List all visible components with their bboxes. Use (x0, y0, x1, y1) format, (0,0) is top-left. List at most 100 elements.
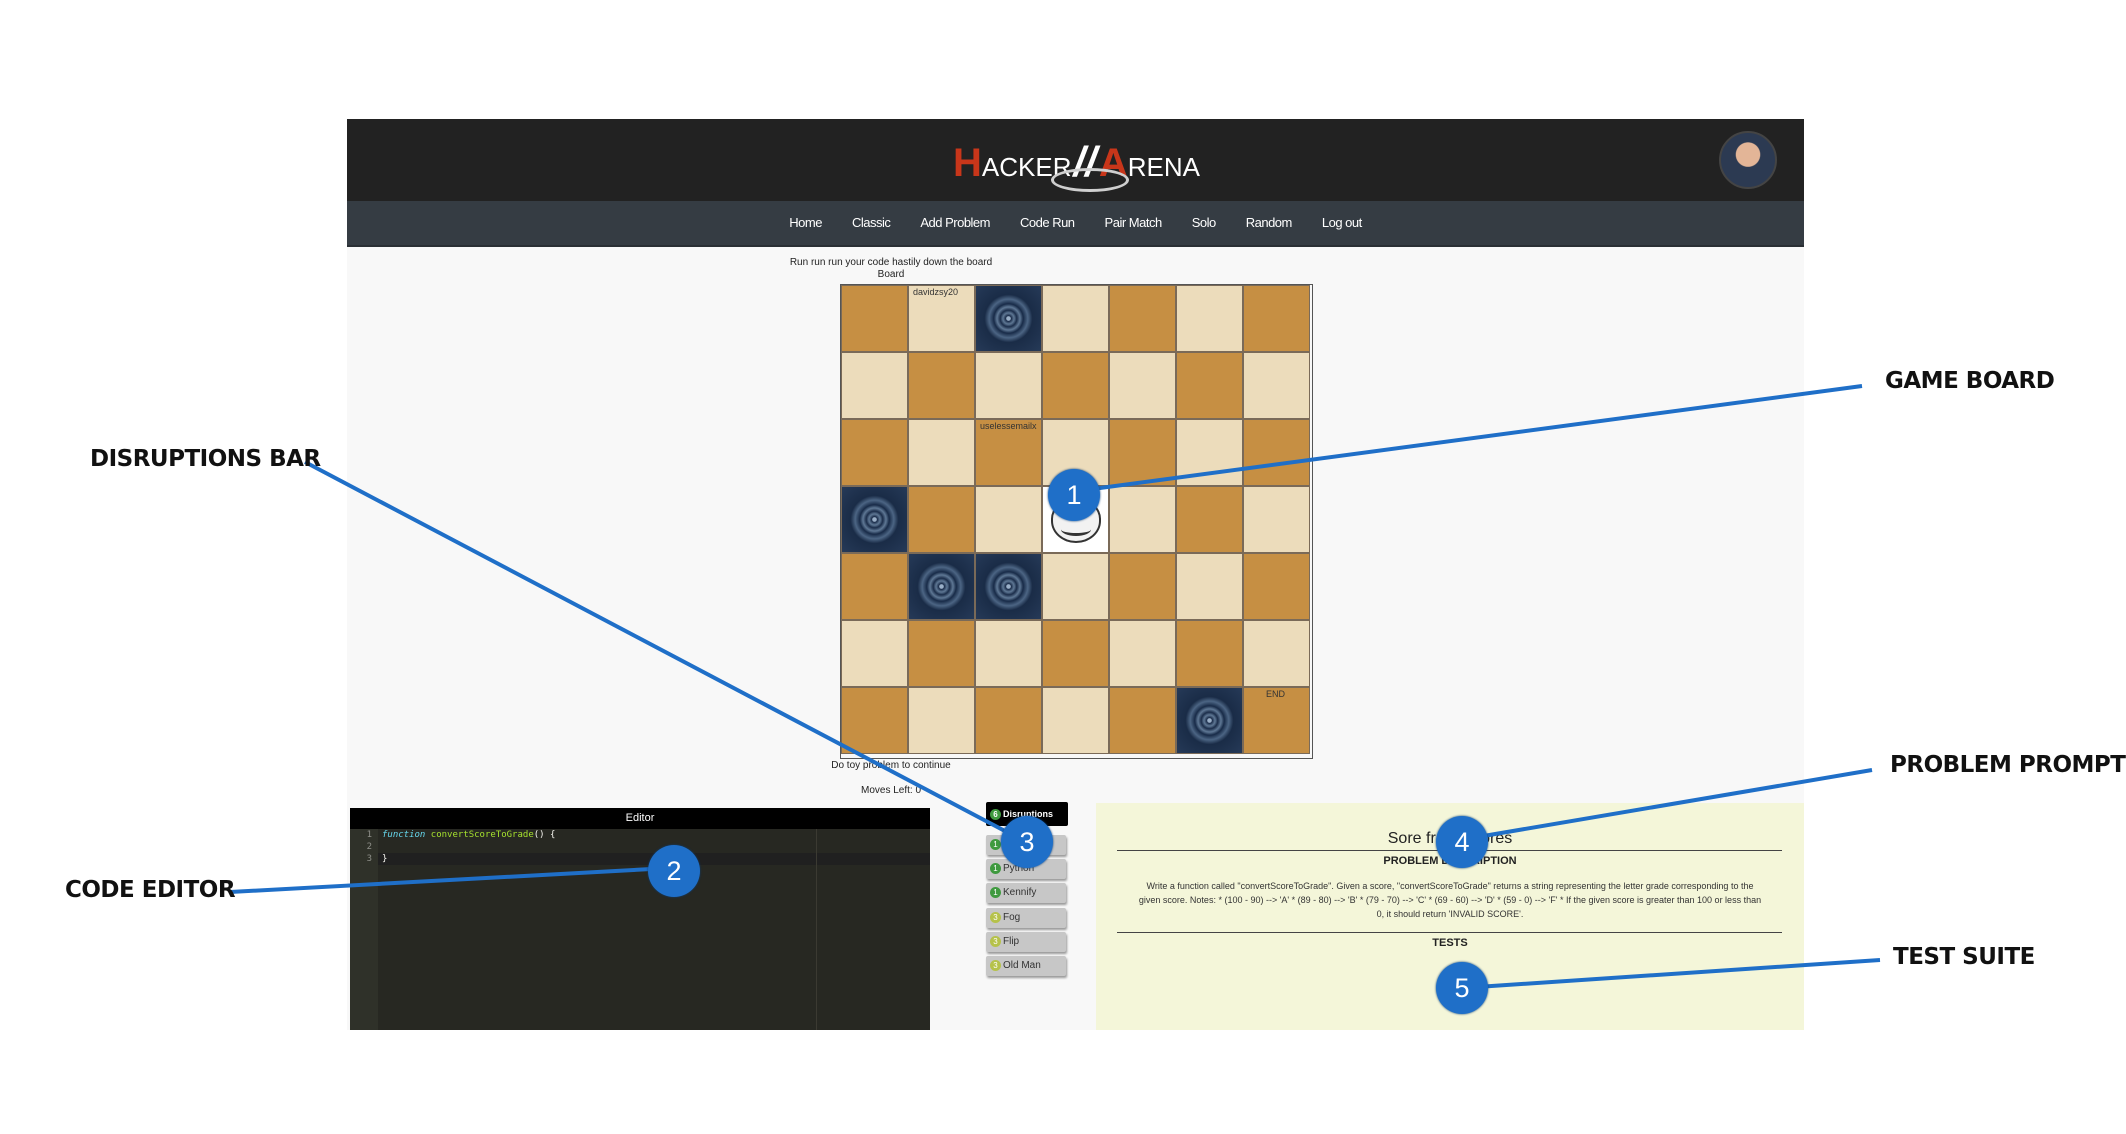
player-name-label: uselessemailx (980, 421, 1037, 431)
line-number: 2 (366, 842, 372, 852)
nav-code-run[interactable]: Code Run (1020, 201, 1075, 245)
logo-ring (1051, 168, 1129, 192)
disruption-count: 3 (990, 935, 1001, 947)
board-cell (1243, 285, 1310, 352)
disruption-label: Kennify (1003, 887, 1037, 898)
label-problem-prompt: PROBLEM PROMPT (1890, 752, 2126, 778)
label-code-editor: CODE EDITOR (65, 877, 236, 903)
end-label: END (1266, 689, 1286, 699)
board-cell (1109, 285, 1176, 352)
portal-cell (1176, 687, 1243, 754)
board-cell (1243, 352, 1310, 419)
board-cell (1243, 553, 1310, 620)
disruption-count: 3 (990, 959, 1001, 971)
disruption-count: 1 (990, 838, 1001, 850)
board-cell (1109, 419, 1176, 486)
nav-solo[interactable]: Solo (1192, 201, 1217, 245)
board-cell: END (1243, 687, 1310, 754)
top-bar: HACKER//ARENA (347, 119, 1804, 201)
board-tagline: Run run run your code hastily down the b… (789, 257, 993, 268)
nav-classic[interactable]: Classic (852, 201, 891, 245)
board-cell: uselessemailx (975, 419, 1042, 486)
disruption-fog-button[interactable]: 3 Fog (986, 908, 1066, 928)
portal-cell (975, 285, 1042, 352)
board-cell (841, 419, 908, 486)
board-cell (908, 352, 975, 419)
board-cell (1109, 486, 1176, 553)
board-cell (1042, 285, 1109, 352)
board-cell (841, 620, 908, 687)
nav-home[interactable]: Home (789, 201, 822, 245)
board-cell (975, 352, 1042, 419)
board-title: Board (877, 269, 905, 280)
game-board[interactable]: davidzsy20 uselessemailx END (840, 284, 1313, 759)
marker-3: 3 (1001, 816, 1053, 868)
nav-log-out[interactable]: Log out (1322, 201, 1362, 245)
disruptions-count-badge: 6 (990, 809, 1001, 821)
marker-1: 1 (1048, 469, 1100, 521)
disruption-label: Flip (1003, 936, 1020, 947)
board-instruction: Do toy problem to continue (831, 760, 951, 771)
board-cell (1243, 419, 1310, 486)
disruption-count: 1 (990, 862, 1001, 874)
marker-4: 4 (1436, 816, 1488, 868)
nav-add-problem[interactable]: Add Problem (920, 201, 990, 245)
line-number: 1 (366, 830, 372, 840)
board-cell (908, 486, 975, 553)
code-text[interactable]: function convertScoreToGrade() { } (382, 829, 555, 865)
board-cell (841, 553, 908, 620)
divider (1117, 932, 1782, 933)
disruption-label: Fog (1003, 912, 1021, 923)
board-cell (975, 620, 1042, 687)
board-cell (1176, 620, 1243, 687)
code-editor[interactable]: Editor 1 2 3 function convertScoreToGrad… (350, 808, 930, 1030)
board-cell (1176, 419, 1243, 486)
board-cell (1109, 553, 1176, 620)
board-cell (1109, 620, 1176, 687)
board-cell (1176, 486, 1243, 553)
main-nav: Home Classic Add Problem Code Run Pair M… (347, 201, 1804, 247)
board-cell (1109, 687, 1176, 754)
board-caption: Run run run your code hastily down the b… (347, 257, 1435, 281)
disruption-count: 1 (990, 886, 1001, 898)
board-cell (1176, 285, 1243, 352)
board-cell (1243, 486, 1310, 553)
player-name-label: davidzsy20 (913, 287, 959, 297)
user-avatar[interactable] (1719, 131, 1777, 189)
disruption-old-man-button[interactable]: 3 Old Man (986, 956, 1066, 976)
hacker-arena-logo[interactable]: HACKER//ARENA (953, 126, 1200, 192)
board-cell (975, 486, 1042, 553)
disruption-count: 3 (990, 911, 1001, 923)
nav-random[interactable]: Random (1246, 201, 1293, 245)
board-cell (1243, 620, 1310, 687)
board-cell (908, 620, 975, 687)
marker-5: 5 (1436, 962, 1488, 1014)
editor-title: Editor (350, 808, 930, 829)
disruption-label: Old Man (1003, 960, 1041, 971)
tests-heading: TESTS (1432, 937, 1468, 949)
portal-cell (841, 486, 908, 553)
problem-description: Write a function called "convertScoreToG… (1138, 881, 1762, 919)
print-margin (816, 829, 817, 1030)
line-number: 3 (366, 854, 372, 864)
label-game-board: GAME BOARD (1885, 368, 2055, 394)
board-cell (1176, 553, 1243, 620)
board-cell (1042, 620, 1109, 687)
editor-body[interactable]: 1 2 3 function convertScoreToGrade() { } (350, 829, 930, 1030)
board-cell (908, 687, 975, 754)
editor-gutter: 1 2 3 (350, 829, 378, 1030)
board-cell (1042, 687, 1109, 754)
disruption-flip-button[interactable]: 3 Flip (986, 932, 1066, 952)
moves-left: Moves Left: 0 (860, 785, 922, 796)
board-cell (1042, 553, 1109, 620)
disruption-kennify-button[interactable]: 1 Kennify (986, 883, 1066, 903)
board-cell (841, 352, 908, 419)
hacker-arena-app: HACKER//ARENA Home Classic Add Problem C… (347, 119, 1804, 1030)
nav-pair-match[interactable]: Pair Match (1105, 201, 1163, 245)
board-cell (975, 687, 1042, 754)
board-cell: davidzsy20 (908, 285, 975, 352)
board-cell (1042, 352, 1109, 419)
label-test-suite: TEST SUITE (1893, 944, 2035, 970)
board-cell (908, 419, 975, 486)
portal-cell (908, 553, 975, 620)
